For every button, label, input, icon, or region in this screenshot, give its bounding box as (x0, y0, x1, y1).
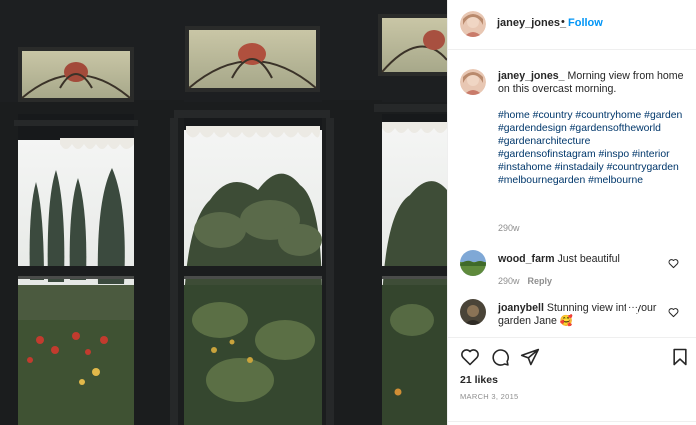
comments-list[interactable]: janey_jones_ Morning view from home on t… (448, 51, 696, 336)
leadlight-right (378, 14, 447, 76)
comment-timestamp[interactable]: 290w (498, 276, 520, 286)
follow-separator: • (561, 16, 565, 28)
add-comment-bar[interactable] (448, 421, 696, 425)
comment-username[interactable]: joanybell (498, 302, 544, 314)
hashtag[interactable]: #countryhome (575, 110, 641, 121)
hashtag-list: #home #country #countryhome #garden #gar… (498, 109, 688, 187)
comment-text: wood_farm Just beautiful (498, 253, 658, 266)
hashtag[interactable]: #gardensoftheworld (570, 123, 661, 134)
hashtag[interactable]: #garden (644, 110, 682, 121)
commenter-avatar-image (460, 250, 486, 276)
comment-more-options[interactable]: ··· (626, 302, 638, 313)
leadlight-center (185, 26, 320, 92)
post-header: janey_jones_ • Follow (448, 0, 696, 50)
hashtag[interactable]: #home (498, 110, 530, 121)
commenter-avatar[interactable] (460, 250, 486, 276)
heart-icon[interactable] (460, 347, 480, 367)
follow-button[interactable]: Follow (568, 17, 603, 29)
hashtag[interactable]: #gardendesign (498, 123, 567, 134)
leadlight-left (18, 47, 134, 102)
hashtag[interactable]: #country (533, 110, 573, 121)
likes-count[interactable]: 21 likes (460, 374, 498, 386)
commenter-avatar[interactable] (460, 299, 486, 325)
comment-username[interactable]: wood_farm (498, 253, 555, 265)
heart-outline-icon[interactable] (668, 307, 679, 318)
hashtag[interactable]: #melbourne (588, 175, 643, 186)
post-actions: 21 likes MARCH 3, 2015 (448, 337, 696, 425)
caption-username[interactable]: janey_jones_ (498, 70, 565, 82)
comment: wood_farm Just beautiful 290w Reply (448, 248, 696, 288)
hashtag[interactable]: #melbournegarden (498, 175, 585, 186)
caption-text: janey_jones_ Morning view from home on t… (498, 70, 684, 96)
reply-button[interactable]: Reply (528, 276, 553, 286)
hashtag[interactable]: #instadaily (555, 162, 604, 173)
caption-avatar-image (460, 69, 486, 95)
author-avatar[interactable] (460, 11, 486, 37)
post-photo[interactable] (0, 0, 447, 425)
post-side-panel: janey_jones_ • Follow janey_jones_ Morni… (447, 0, 696, 425)
comment-meta: 290w Reply (498, 276, 552, 286)
bookmark-icon[interactable] (670, 347, 690, 367)
caption-avatar[interactable] (460, 69, 486, 95)
hashtag[interactable]: #gardenarchitecture (498, 136, 590, 147)
heart-outline-icon[interactable] (668, 258, 679, 269)
comment: joanybell Stunning view into your garden… (448, 297, 696, 337)
caption-timestamp[interactable]: 290w (498, 223, 520, 233)
photo-window-garden (0, 0, 447, 425)
author-avatar-image (460, 11, 486, 37)
hashtag[interactable]: #interior (632, 149, 670, 160)
share-icon[interactable] (520, 347, 540, 367)
post-date[interactable]: MARCH 3, 2015 (460, 392, 519, 401)
comment-icon[interactable] (490, 347, 510, 367)
hashtag[interactable]: #instahome (498, 162, 552, 173)
comment-body: Just beautiful (557, 253, 620, 265)
hashtag[interactable]: #inspo (599, 149, 630, 160)
hashtag[interactable]: #gardensofinstagram (498, 149, 596, 160)
author-username[interactable]: janey_jones_ (497, 17, 566, 29)
hashtag[interactable]: #countrygarden (607, 162, 679, 173)
commenter-avatar-image (460, 299, 486, 325)
